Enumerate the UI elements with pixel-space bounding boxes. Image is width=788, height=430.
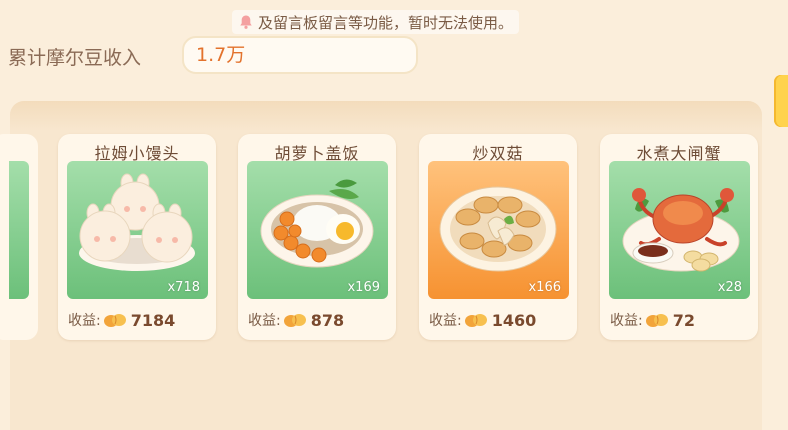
mole-bean-icon [645,314,668,327]
earnings-value: 7184 [130,310,176,330]
mole-bean-icon [103,314,126,327]
earnings-label: 收益: [248,313,281,329]
earnings-value: 878 [310,310,345,330]
mole-bean-icon [283,314,306,327]
boiled-crab-image: x28 [609,161,750,299]
dish-earnings: 收益: 1460 [429,310,536,330]
notice-text: 及留言板留言等功能，暂时无法使用。 [258,13,514,32]
dish-earnings: 收益: 72 [610,310,695,330]
earnings-value: 72 [672,310,695,330]
partial-dish-card[interactable] [0,134,38,340]
earnings-label: 收益: [429,313,462,329]
income-label: 累计摩尔豆收入 [8,47,142,69]
dish-quantity: x28 [717,280,742,295]
dish-earnings: 收益: 878 [248,310,344,330]
side-drawer-handle[interactable] [774,75,788,127]
notice-banner: 及留言板留言等功能，暂时无法使用。 [232,10,520,34]
earnings-label: 收益: [68,313,101,329]
dish-quantity: x166 [528,280,561,295]
dish-card[interactable]: 炒双菇 x166 收益: 1460 [419,134,577,340]
dish-quantity: x169 [347,280,380,295]
fried-mushrooms-image: x166 [428,161,569,299]
earnings-value: 1460 [491,310,537,330]
income-value: 1.7万 [182,36,418,74]
carrot-rice-image: x169 [247,161,388,299]
earnings-label: 收益: [610,313,643,329]
dish-card[interactable]: 水煮大闸蟹 x28 收益: 72 [600,134,758,340]
steamed-buns-image: x718 [67,161,208,299]
bell-icon [238,14,254,30]
mole-bean-icon [464,314,487,327]
dish-card[interactable]: 胡萝卜盖饭 x169 收益: 878 [238,134,396,340]
dish-quantity: x718 [167,280,200,295]
dish-card[interactable]: 拉姆小馒头 x718 收益: 7184 [58,134,216,340]
dish-earnings: 收益: 7184 [68,310,175,330]
